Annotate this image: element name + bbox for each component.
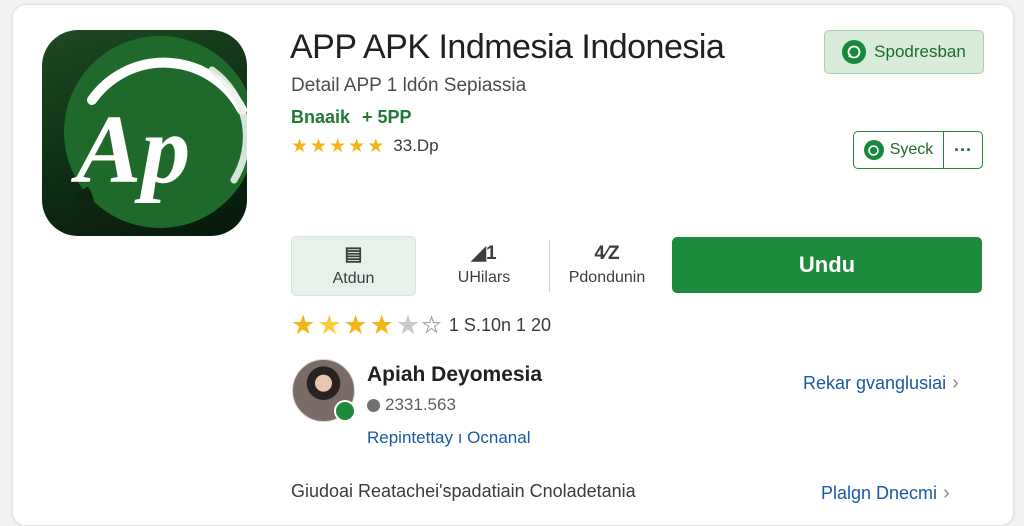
stat-label: Pdondunin (568, 268, 646, 286)
stat-item-3: 4⁄Z Pdondunin (552, 236, 662, 294)
app-logo-text: Ap (70, 96, 190, 204)
star-icon: ★ (291, 135, 309, 157)
chevron-right-icon: › (952, 372, 959, 394)
age-rating-icon: 4⁄Z (594, 242, 620, 264)
star-icon: ★ (329, 135, 347, 157)
reviews-link-label: Rekar gvanglusiai (803, 373, 947, 393)
share-button-label: Spodresban (874, 42, 966, 61)
rating-small-value: 33.Dp (393, 136, 439, 155)
verified-badge-icon (334, 400, 356, 422)
more-options-button[interactable]: ··· (943, 132, 982, 168)
star-icon: ★ (369, 310, 394, 340)
stat-label: Atdun (332, 269, 375, 287)
stat-label: UHilars (457, 268, 511, 286)
star-icon: ★ (310, 135, 328, 157)
chevron-right-icon: › (943, 482, 950, 504)
stat-item-2: ◢1 UHilars (424, 236, 544, 294)
app-title: APP APK Indmesia Indonesia (290, 28, 725, 66)
reviewer-name: Apiah Deyomesia (367, 363, 543, 386)
share-button[interactable]: Spodresban (824, 30, 984, 74)
whatsapp-icon (863, 140, 884, 160)
star-icon: ★ (291, 310, 316, 340)
whatsapp-icon (842, 40, 867, 64)
developer-extra: + 5PP (362, 107, 412, 127)
download-icon: ◢1 (471, 242, 497, 264)
install-button[interactable]: Undu (672, 237, 982, 293)
rating-summary-small: ★ ★ ★ ★ ★ 33.Dp (291, 136, 439, 156)
globe-icon (367, 398, 380, 412)
developer-name[interactable]: Bnaaik (291, 107, 350, 127)
developer-line[interactable]: Bnaaik + 5PP (291, 107, 412, 128)
star-icon: ★ (367, 135, 385, 157)
app-subtitle: Detail APP 1 ldón Sepiassia (291, 75, 527, 96)
star-empty-icon: ★ (422, 314, 442, 337)
secondary-button-label: Syeck (889, 141, 934, 158)
stat-item-1[interactable]: ▤ Atdun (291, 236, 416, 296)
star-icon: ★ (343, 310, 368, 340)
secondary-button-group: Syeck ··· (853, 131, 983, 169)
reviewer-meta-value: 2331.563 (385, 395, 456, 414)
star-icon: ★ (348, 135, 366, 157)
document-icon: ▤ (344, 243, 363, 265)
star-icon: ★ (317, 310, 342, 340)
footer-link-label: Plalgn Dnecmi (821, 483, 938, 503)
reviewer-link[interactable]: Repintettay ı Ocnanal (367, 428, 530, 448)
more-icon: ··· (954, 139, 972, 160)
reviews-link[interactable]: Rekar gvanglusiai › (803, 372, 959, 395)
app-logo-icon: Ap (42, 30, 247, 236)
divider (549, 240, 550, 292)
reviewer-meta: 2331.563 (367, 395, 456, 415)
footer-link[interactable]: Plalgn Dnecmi › (821, 482, 950, 505)
rating-value: 1 S.10n 1 20 (448, 315, 552, 335)
footer-description: Giudoai Reatachei'spadatiain Cnoladetani… (291, 481, 636, 501)
secondary-button[interactable]: Syeck (854, 132, 943, 168)
rating-stars-large: ★ ★ ★ ★ ★ ★ 1 S.10n 1 20 (291, 312, 551, 339)
star-empty-icon: ★ (395, 310, 421, 340)
